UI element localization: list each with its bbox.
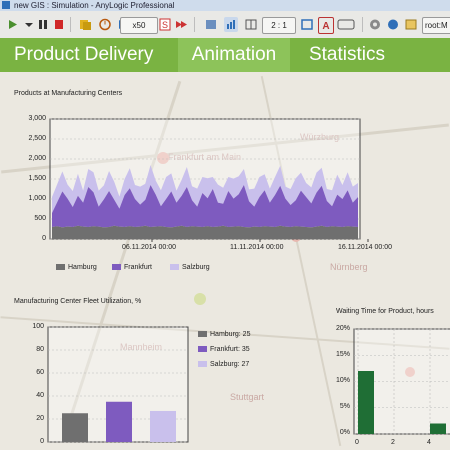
x-tick-label: 0 [355, 439, 359, 446]
x-tick-label: 4 [427, 439, 431, 446]
x-tick-label: 2 [391, 439, 395, 446]
waiting-time-histogram [353, 328, 450, 435]
histogram-bar [358, 371, 374, 434]
histogram-bar [430, 423, 446, 434]
